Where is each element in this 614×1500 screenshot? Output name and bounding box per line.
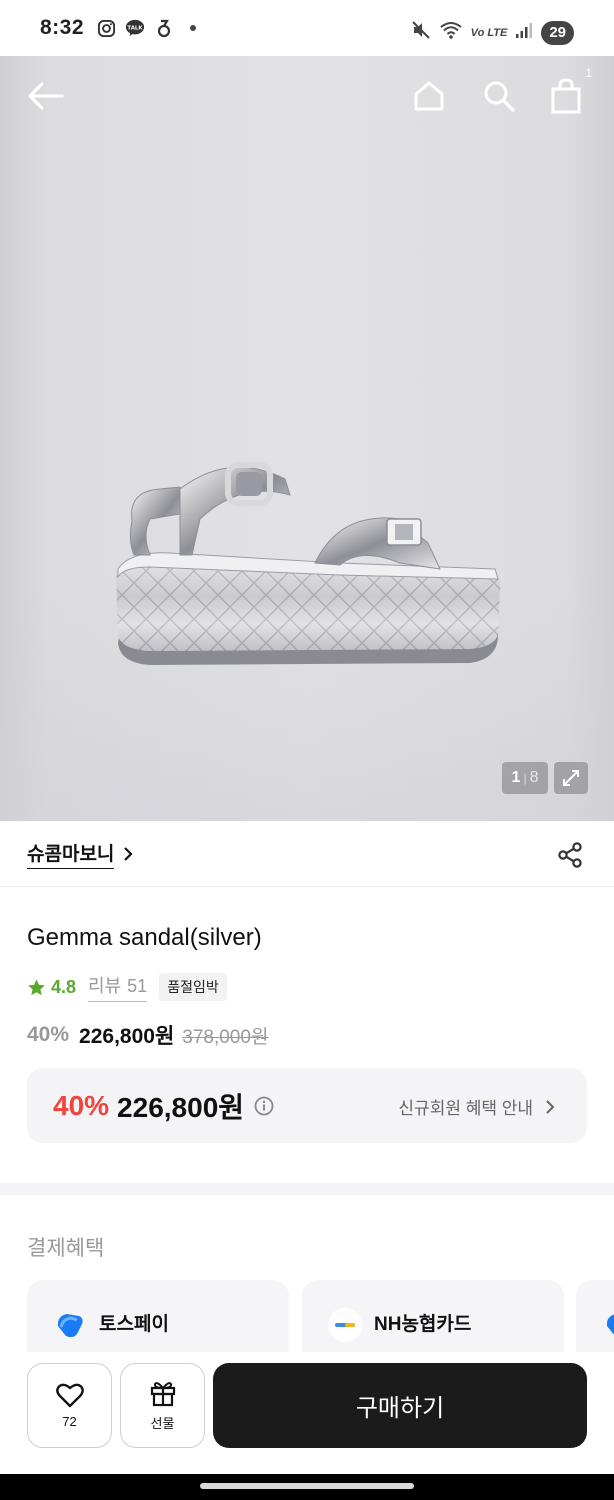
gift-icon [150,1382,175,1407]
search-button[interactable] [477,74,521,118]
image-counter: 1 | 8 [502,762,548,794]
home-button[interactable] [407,74,451,118]
shopping-bag-icon [551,78,581,114]
signal-icon [515,21,533,44]
status-bar: 8:32 TALK Vo LTE 29 [0,0,614,56]
status-time: 8:32 [40,16,85,39]
card-logo-icon [602,1308,614,1342]
brand-link[interactable]: 슈콤마보니 [27,839,115,869]
original-price: 378,000원 [182,1026,269,1048]
system-navigation-bar [0,1474,614,1500]
star-icon [28,978,45,995]
buy-button[interactable]: 구매하기 [213,1363,587,1448]
back-button[interactable] [24,74,68,118]
price-row: 40% 226,800원 378,000원 [27,1020,268,1050]
gift-button[interactable]: 선물 [120,1363,205,1448]
member-benefit-box[interactable]: 40% 226,800원 신규회원 혜택 안내 [27,1068,587,1143]
payment-card-name: NH농협카드 [374,1314,472,1335]
chevron-right-icon [122,846,134,862]
like-count: 72 [62,1414,77,1429]
heart-icon [55,1383,84,1408]
bottom-action-bar: 72 선물 구매하기 [0,1352,614,1472]
svg-text:TALK: TALK [127,25,143,31]
product-title: Gemma sandal(silver) [27,924,262,951]
cart-button[interactable] [544,74,588,118]
search-icon [484,81,515,112]
payment-section-title: 결제혜택 [27,1237,105,1260]
chevron-right-icon [546,1099,555,1114]
home-gesture-pill[interactable] [200,1483,414,1489]
gift-label: 선물 [150,1416,175,1431]
instagram-icon [96,18,116,38]
rating-row: 4.8 리뷰 51 품절임박 [27,972,227,1002]
expand-icon [563,770,579,786]
share-button[interactable] [556,841,584,869]
expand-image-button[interactable] [554,762,588,794]
product-photo [116,462,501,665]
cart-count-badge: 1 [585,66,592,80]
app-icon [154,18,174,38]
like-button[interactable]: 72 [27,1363,112,1448]
stock-badge: 품절임박 [159,973,227,1001]
review-link[interactable]: 리뷰 51 [88,972,148,1002]
member-benefit-link[interactable]: 신규회원 혜택 안내 [398,1094,555,1119]
payment-card-name: 토스페이 [99,1314,169,1335]
discount-rate: 40% [27,1023,70,1046]
talk-icon: TALK [125,18,145,38]
home-icon [414,81,444,111]
brand-row: 슈콤마보니 [0,821,614,887]
nh-card-icon [328,1308,362,1342]
product-image-gallery[interactable]: 1 1 | 8 [0,56,614,821]
battery-indicator: 29 [541,20,574,45]
share-icon [558,842,582,868]
sale-price: 226,800원 [79,1025,175,1048]
mute-icon [411,20,431,45]
member-discount: 40% [53,1089,110,1121]
back-arrow-icon [28,82,64,110]
rating-value: 4.8 [51,976,77,997]
toss-pay-icon [53,1308,87,1342]
dot-icon [183,18,203,38]
wifi-icon [439,20,463,45]
section-divider [0,1183,614,1195]
member-price: 226,800원 [117,1091,245,1123]
volte-icon: Vo LTE [470,26,508,39]
info-icon[interactable] [254,1096,274,1116]
